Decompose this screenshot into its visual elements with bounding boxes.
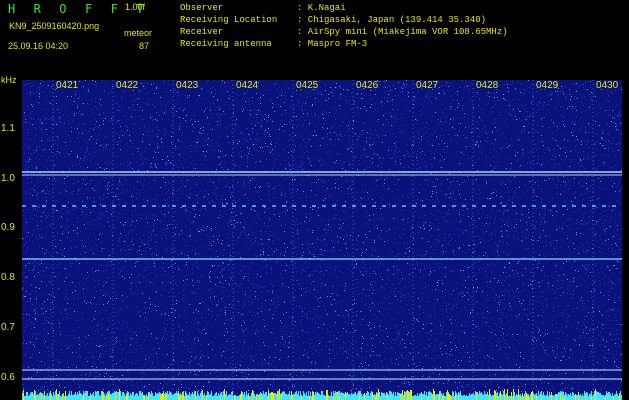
y-axis-unit: kHz — [1, 75, 17, 85]
antenna-label: Receiving antenna — [180, 39, 272, 49]
x-tick-label: 0428 — [476, 80, 499, 91]
x-tick-label: 0426 — [356, 80, 379, 91]
y-tick-label: 0.6 — [1, 372, 15, 383]
x-tick-label: 0423 — [176, 80, 199, 91]
location-value: : Chigasaki, Japan (139.414 35.340) — [297, 15, 487, 25]
x-tick-label: 0430 — [596, 80, 619, 91]
x-tick-label: 0424 — [236, 80, 259, 91]
filename-label: KN9_2509160420.png — [9, 21, 100, 31]
spectrogram-canvas — [22, 80, 622, 400]
datetime-label: 25.09.16 04:20 — [8, 41, 69, 51]
y-tick-label: 1.0 — [1, 173, 15, 184]
x-tick-label: 0427 — [416, 80, 439, 91]
x-tick-label: 0421 — [56, 80, 79, 91]
x-tick-label: 0422 — [116, 80, 139, 91]
location-label: Receiving Location — [180, 15, 278, 25]
spectrogram — [22, 80, 622, 400]
meteor-count: 87 — [139, 41, 150, 51]
y-tick-label: 0.7 — [1, 322, 15, 333]
y-tick-label: 1.1 — [1, 123, 15, 134]
receiver-label: Receiver — [180, 27, 224, 37]
x-tick-label: 0425 — [296, 80, 319, 91]
y-tick-label: 0.8 — [1, 272, 15, 283]
receiver-value: : AirSpy mini (Miakejima VOR 108.65MHz) — [297, 27, 508, 37]
version-label: 1.00f — [125, 2, 146, 12]
antenna-value: : Maspro FM-3 — [297, 39, 368, 49]
header-panel: H R O F F T 1.00f KN9_2509160420.png met… — [0, 0, 629, 78]
observer-label: Observer — [180, 3, 224, 13]
x-tick-label: 0429 — [536, 80, 559, 91]
y-tick-label: 0.9 — [1, 222, 15, 233]
observer-value: : K.Nagai — [297, 3, 346, 13]
meteor-label: meteor — [124, 28, 153, 38]
